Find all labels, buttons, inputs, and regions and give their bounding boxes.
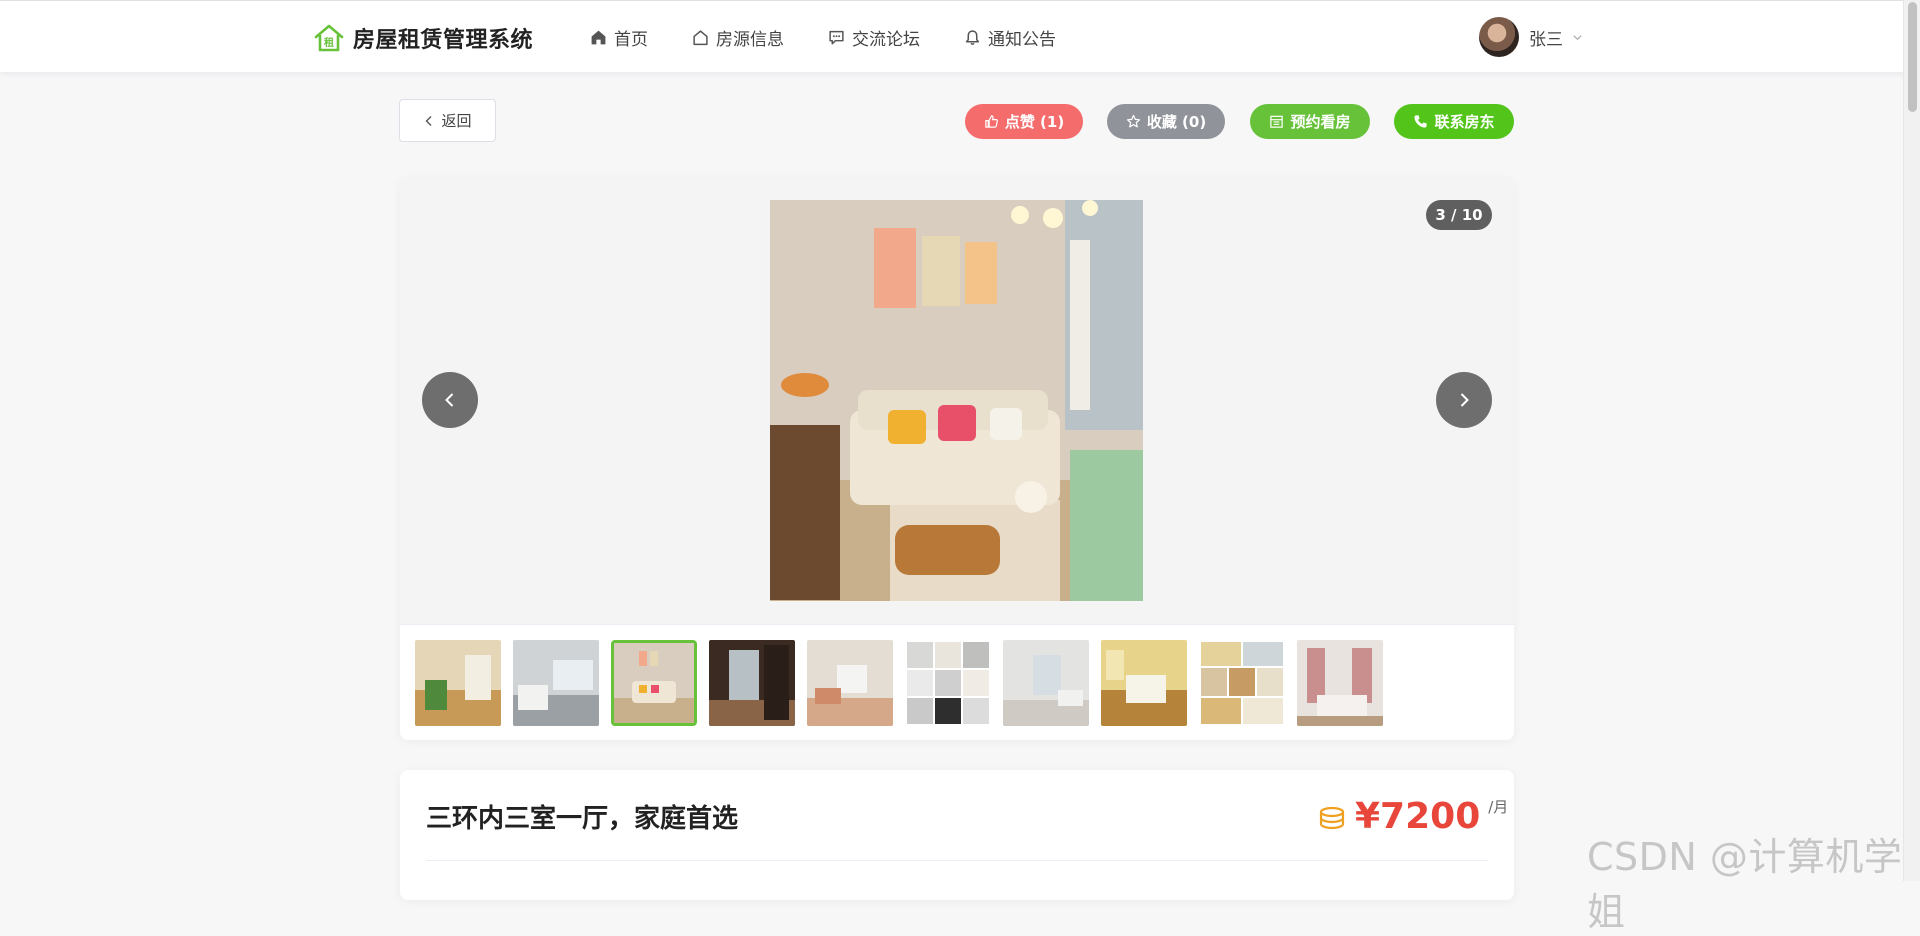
main-photo[interactable]	[770, 200, 1143, 601]
calendar-icon	[1270, 115, 1284, 128]
thumbnail[interactable]	[807, 640, 893, 726]
next-image-button[interactable]	[1436, 372, 1492, 428]
chevron-right-icon	[1460, 393, 1469, 407]
chevron-left-icon	[445, 393, 454, 407]
back-button[interactable]: 返回	[399, 99, 496, 142]
thumbnail[interactable]	[415, 640, 501, 726]
favorite-label: 收藏 (0)	[1146, 113, 1207, 131]
user-menu[interactable]: 张三	[1479, 17, 1583, 57]
book-viewing-label: 预约看房	[1290, 113, 1351, 131]
info-divider	[426, 860, 1488, 861]
favorite-button[interactable]: 收藏 (0)	[1107, 104, 1225, 139]
nav-item-home[interactable]: 首页	[590, 25, 648, 50]
thumbnail[interactable]	[1101, 640, 1187, 726]
chevron-down-icon	[1573, 34, 1582, 40]
house-icon	[693, 30, 708, 46]
contact-landlord-label: 联系房东	[1434, 113, 1495, 131]
nav-label: 房源信息	[716, 30, 784, 50]
thumb-up-icon	[985, 115, 998, 128]
scrollbar-thumb[interactable]	[1908, 2, 1917, 112]
bell-icon	[965, 30, 980, 45]
logo[interactable]: 租 房屋租赁管理系统	[313, 22, 533, 54]
like-button[interactable]: 点赞 (1)	[965, 104, 1083, 139]
thumbnail[interactable]	[1003, 640, 1089, 726]
app-title: 房屋租赁管理系统	[353, 28, 534, 53]
gallery-divider	[400, 624, 1514, 625]
house-logo-icon: 租	[314, 24, 344, 52]
nav-label: 通知公告	[988, 30, 1056, 50]
avatar[interactable]	[1479, 17, 1519, 57]
chevron-left-icon	[425, 115, 432, 126]
nav-label: 交流论坛	[852, 30, 920, 50]
user-name: 张三	[1529, 29, 1563, 50]
price-unit: /月	[1488, 798, 1509, 816]
like-label: 点赞 (1)	[1004, 113, 1065, 131]
image-gallery: 3 / 10	[400, 178, 1514, 740]
nav-item-notices[interactable]: 通知公告	[964, 25, 1056, 50]
svg-text:租: 租	[324, 36, 334, 49]
phone-icon	[1414, 115, 1428, 128]
page-scrollbar[interactable]	[1903, 0, 1920, 881]
coins-icon	[1319, 806, 1345, 830]
home-icon	[591, 30, 606, 45]
image-counter: 3 / 10	[1426, 200, 1492, 230]
star-icon	[1126, 114, 1140, 128]
price-value: ¥7200	[1355, 796, 1481, 837]
thumbnail[interactable]	[1199, 640, 1285, 726]
contact-landlord-button[interactable]: 联系房东	[1394, 104, 1514, 139]
thumbnail[interactable]	[1297, 640, 1383, 726]
watermark-text: CSDN @计算机学姐	[1587, 835, 1903, 934]
previous-image-button[interactable]	[422, 372, 478, 428]
price-display: ¥7200 /月	[1317, 794, 1508, 840]
thumbnail-active[interactable]	[611, 640, 697, 726]
listing-title: 三环内三室一厅，家庭首选	[426, 804, 739, 834]
main-nav: 首页 房源信息 交流论坛 通知公告	[590, 25, 1100, 50]
nav-item-forum[interactable]: 交流论坛	[828, 25, 920, 50]
back-label: 返回	[441, 112, 472, 130]
nav-item-listings[interactable]: 房源信息	[692, 25, 784, 50]
book-viewing-button[interactable]: 预约看房	[1250, 104, 1370, 139]
top-navbar: 租 房屋租赁管理系统 首页 房源信息 交流论坛 通知公告 张三	[0, 1, 1920, 72]
thumbnail[interactable]	[513, 640, 599, 726]
carousel-stage: 3 / 10	[400, 178, 1514, 624]
thumbnail-strip	[415, 640, 1395, 726]
chat-icon	[829, 30, 844, 45]
thumbnail[interactable]	[709, 640, 795, 726]
nav-label: 首页	[614, 30, 648, 50]
thumbnail[interactable]	[905, 640, 991, 726]
